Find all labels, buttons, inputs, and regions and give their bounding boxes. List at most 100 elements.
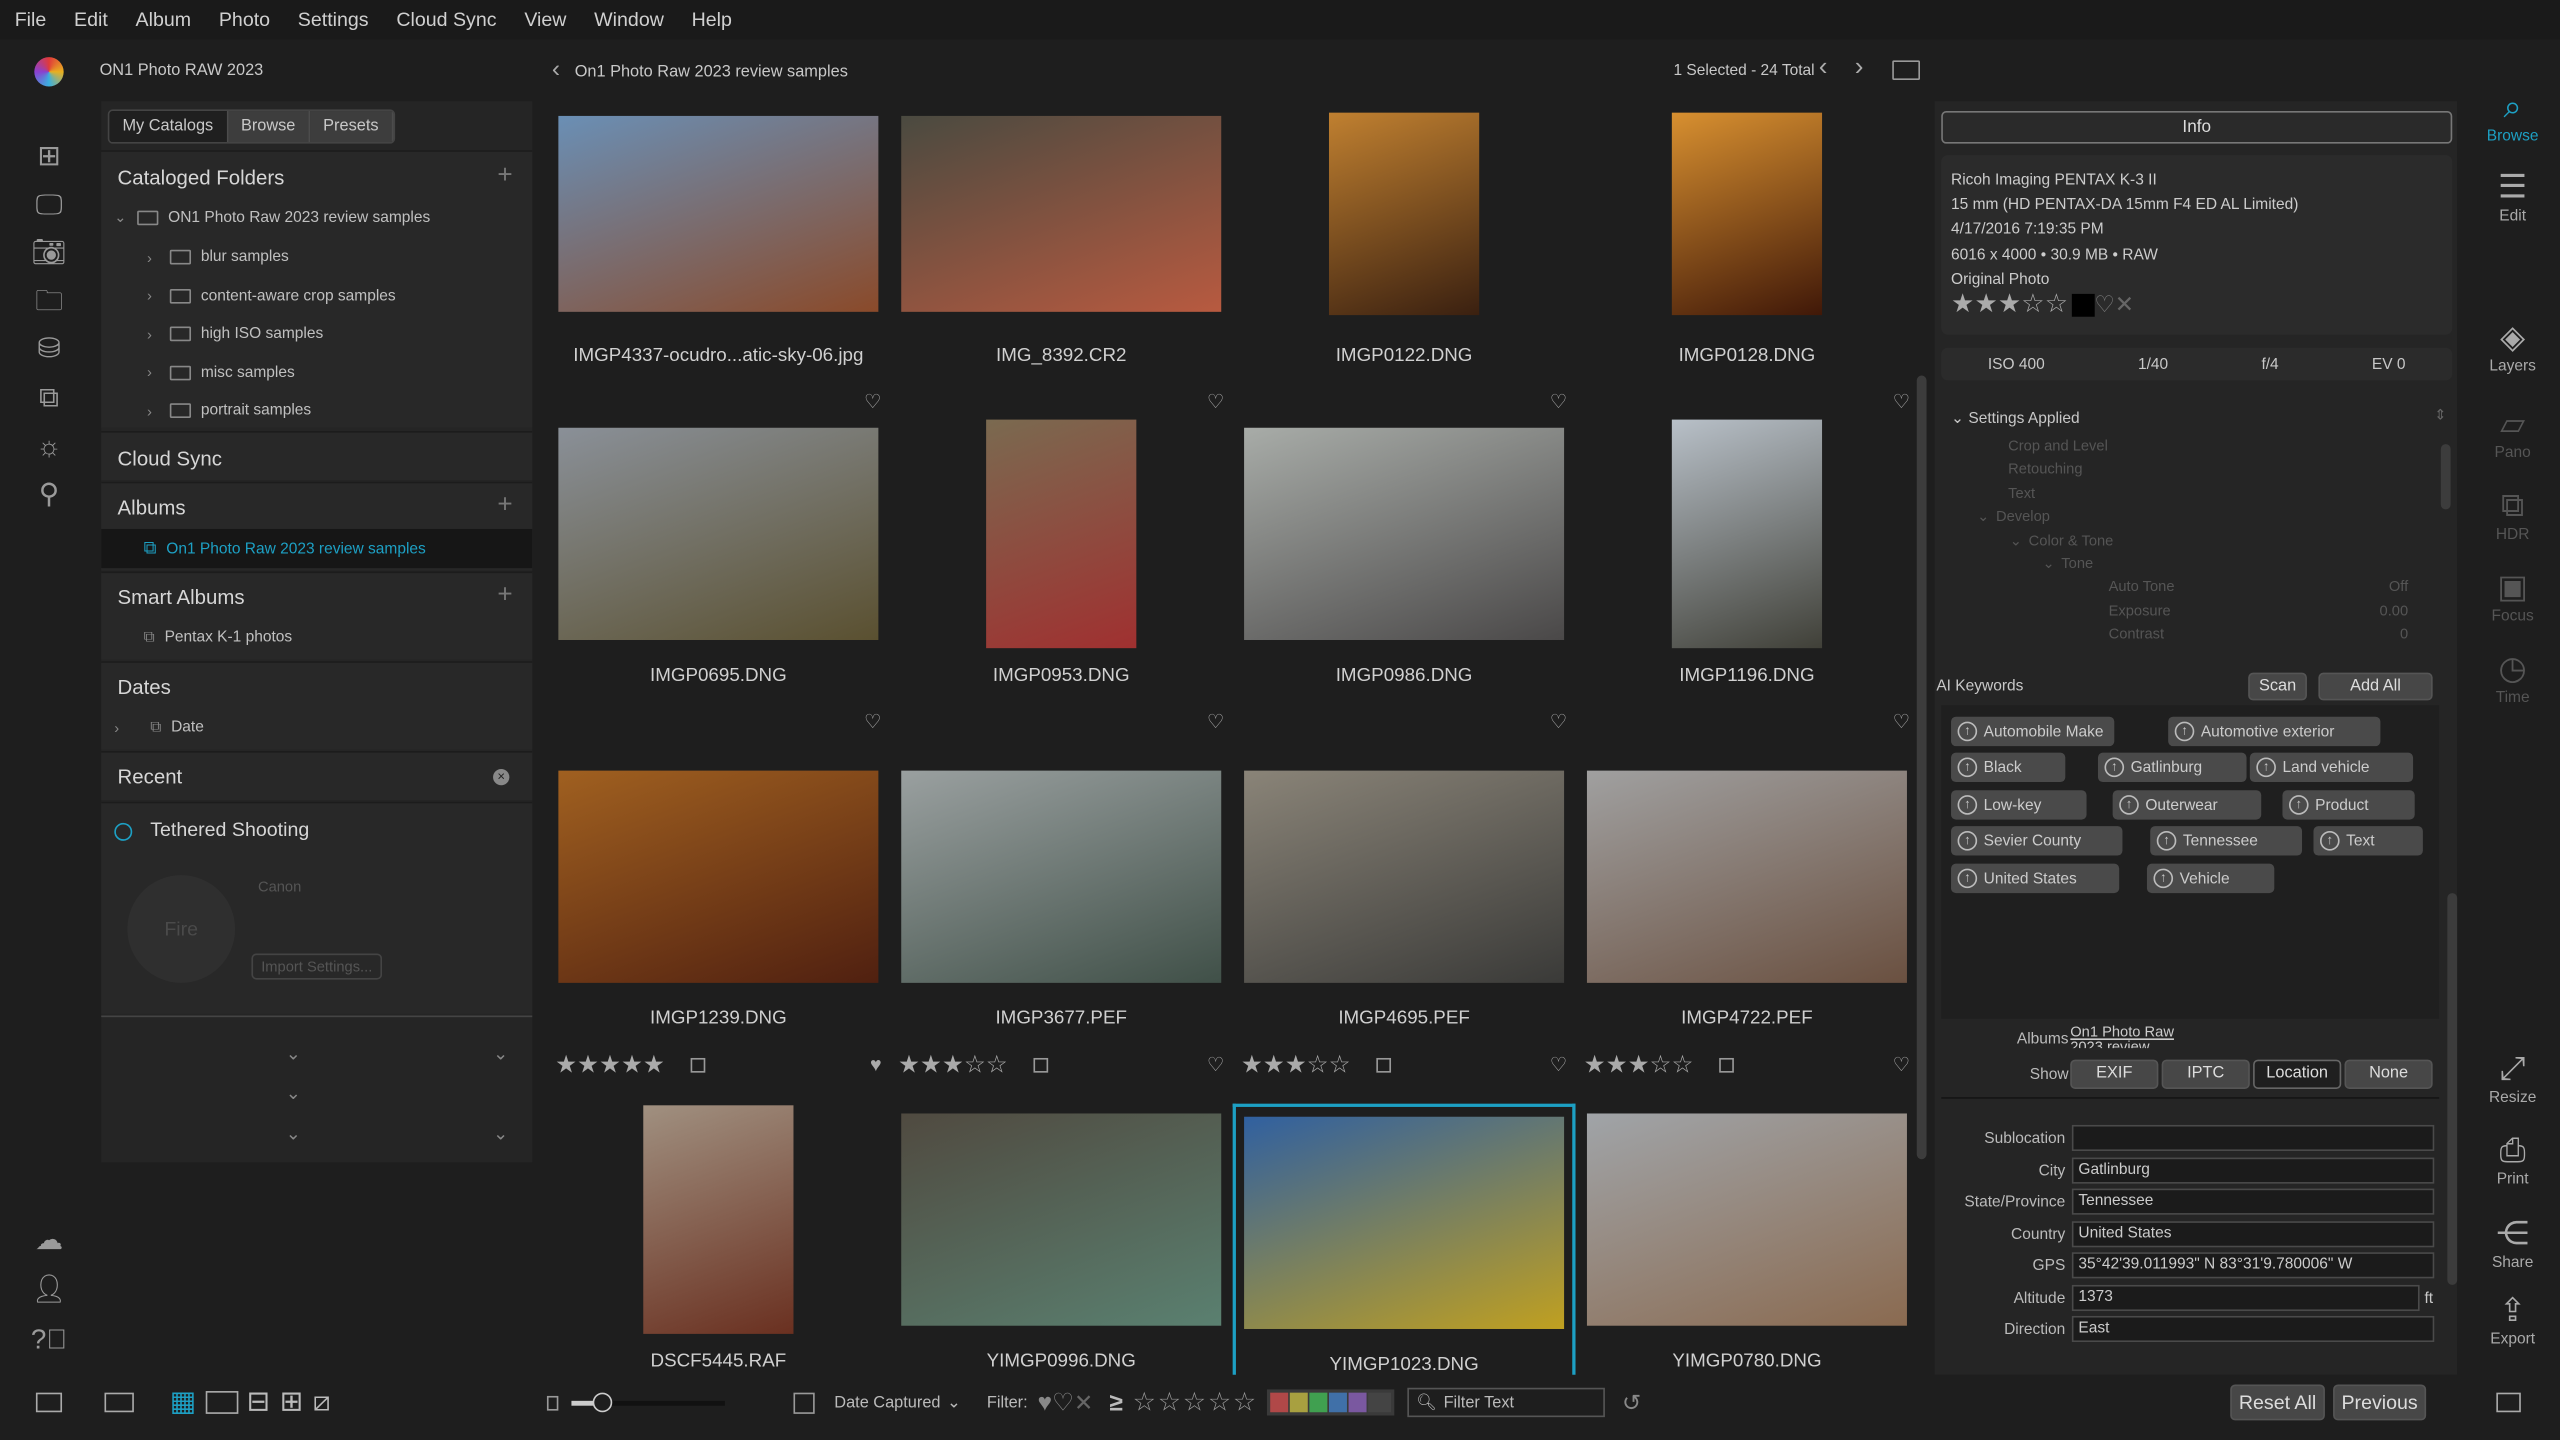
grid-view-icon[interactable]: ▦ xyxy=(170,1386,196,1419)
add-keyword-icon[interactable]: ↑ xyxy=(1957,721,1978,742)
module-edit[interactable]: ☰ Edit xyxy=(2465,168,2560,226)
add-keyword-icon[interactable]: ↑ xyxy=(2288,795,2309,815)
heart-icon[interactable]: ♡ xyxy=(1893,390,1911,413)
compare-view-icon[interactable]: ⊞ xyxy=(280,1386,303,1419)
module-print[interactable]: ⎙ Print xyxy=(2465,1131,2560,1189)
sidebar-toggle-icon[interactable] xyxy=(35,1392,63,1413)
photo-cell[interactable]: YIMGP1023.DNG♡ xyxy=(1232,1103,1576,1375)
add-keyword-icon[interactable]: ↑ xyxy=(2156,831,2177,851)
cloud-icon[interactable]: ☁ xyxy=(24,1223,73,1259)
photo-cell[interactable]: IMGP1239.DNG ★★★★★ ♥ xyxy=(547,761,890,1104)
gps-field[interactable]: 35°42'39.011993" N 83°31'9.780006" W xyxy=(2071,1252,2435,1279)
chevron-right-icon[interactable]: › xyxy=(147,249,160,265)
monitor-icon[interactable]: 🖵︎ xyxy=(24,187,73,223)
altitude-field[interactable]: 1373 xyxy=(2071,1284,2420,1311)
add-keyword-icon[interactable]: ↑ xyxy=(2153,868,2174,889)
folder-root[interactable]: ⌄ ON1 Photo Raw 2023 review samples xyxy=(114,209,430,227)
show-iptc[interactable]: IPTC xyxy=(2161,1059,2250,1089)
albums-link[interactable]: On1 Photo Raw 2023 review xyxy=(2070,1025,2184,1048)
thumbnail[interactable] xyxy=(1242,98,1565,330)
thumbnail[interactable] xyxy=(1242,761,1565,993)
info-header-button[interactable]: Info xyxy=(1941,111,2453,144)
clear-recent-icon[interactable]: × xyxy=(493,768,510,786)
settings-item[interactable]: Exposure 0.00 xyxy=(2109,602,2409,618)
filter-rejected-icon[interactable]: ✕ xyxy=(1074,1389,1093,1417)
color-filter-swatch[interactable] xyxy=(1271,1392,1289,1413)
color-label-swatch[interactable] xyxy=(2071,293,2095,317)
photo-cell[interactable]: IMGP0695.DNG ♡ xyxy=(547,418,890,761)
folder-heart-icon[interactable]: 🗀 xyxy=(24,284,73,320)
keyword-chip[interactable]: ↑ Land vehicle xyxy=(2249,752,2414,783)
folder-item[interactable]: › high ISO samples xyxy=(147,325,323,343)
chevron-right-icon[interactable]: › xyxy=(147,402,160,418)
reject-icon[interactable]: ✕ xyxy=(2115,291,2134,317)
chevron-down-icon[interactable]: ⌄ xyxy=(286,1123,301,1145)
thumbnail[interactable] xyxy=(557,98,880,330)
photo-cell[interactable]: IMGP0986.DNG ♡ xyxy=(1233,418,1576,761)
settings-item[interactable]: Crop and Level xyxy=(2008,438,2424,454)
photo-cell[interactable]: DSCF5445.RAF♡ xyxy=(547,1104,890,1375)
color-filter-swatch[interactable] xyxy=(1290,1392,1309,1413)
add-smart-album-button[interactable]: + xyxy=(497,581,512,610)
date-item[interactable]: › ⧉ Date xyxy=(114,718,204,736)
show-location[interactable]: Location xyxy=(2253,1059,2342,1089)
map-view-icon[interactable]: ⧄ xyxy=(313,1386,331,1419)
thumbnail[interactable] xyxy=(1242,418,1565,650)
module-pano[interactable]: ▱ Pano xyxy=(2465,405,2560,463)
keyword-chip[interactable]: ↑ Automobile Make xyxy=(1951,716,2115,747)
panel-toggle-icon[interactable] xyxy=(2496,1392,2521,1413)
cloud-sync-section[interactable]: Cloud Sync xyxy=(101,431,533,481)
keyword-chip[interactable]: ↑ Sevier County xyxy=(1951,826,2123,856)
filmstrip-icon[interactable]: ⊟ xyxy=(247,1386,270,1419)
menu-album[interactable]: Album xyxy=(136,8,192,31)
chevron-down-icon[interactable]: ⌄ xyxy=(114,209,127,227)
heart-icon[interactable]: ♡ xyxy=(1207,1053,1225,1076)
photo-cell[interactable]: IMGP4337-ocudro...atic-sky-06.jpg ♡ xyxy=(547,98,890,418)
photo-cell[interactable]: IMGP0128.DNG ♡ xyxy=(1576,98,1911,418)
thumbnail[interactable] xyxy=(900,418,1223,650)
keyword-chip[interactable]: ↑ Product xyxy=(2282,790,2415,820)
keyword-chip[interactable]: ↑ Black xyxy=(1951,752,2066,783)
color-filter-none[interactable] xyxy=(1368,1392,1392,1413)
thumbnail-size-slider[interactable] xyxy=(571,1391,725,1412)
heart-icon[interactable]: ♡ xyxy=(1207,710,1225,733)
sublocation-field[interactable] xyxy=(2071,1124,2435,1152)
lightbulb-icon[interactable]: ☼ xyxy=(24,429,73,465)
scan-button[interactable]: Scan xyxy=(2248,672,2307,701)
keyword-chip[interactable]: ↑ Text xyxy=(2313,826,2423,856)
smart-album-item[interactable]: ⧉ Pentax K-1 photos xyxy=(144,629,293,647)
module-export[interactable]: ⇪ Export xyxy=(2465,1291,2560,1349)
heart-icon[interactable]: ♡ xyxy=(864,390,882,413)
heart-icon[interactable]: ♡ xyxy=(1550,390,1568,413)
settings-item[interactable]: Auto Tone Off xyxy=(2109,579,2409,595)
heart-icon[interactable]: ♡ xyxy=(864,710,882,733)
settings-item[interactable]: ⌄ Color & Tone xyxy=(2010,532,2425,550)
add-all-button[interactable]: Add All xyxy=(2318,672,2433,701)
add-folder-button[interactable]: + xyxy=(497,162,512,191)
menu-view[interactable]: View xyxy=(524,8,566,31)
add-icon[interactable]: ⊞ xyxy=(24,139,73,175)
camera-icon[interactable]: 📷︎ xyxy=(24,235,73,271)
filter-text-input[interactable]: 🔍︎ Filter Text xyxy=(1408,1387,1606,1418)
chevron-down-icon[interactable]: ⌄ xyxy=(493,1123,508,1145)
heart-icon[interactable]: ♡ xyxy=(1550,1053,1568,1076)
star-rating[interactable]: ★★★☆☆ xyxy=(1241,1050,1351,1079)
menu-edit[interactable]: Edit xyxy=(74,8,108,31)
keyword-chip[interactable]: ↑ Low-key xyxy=(1951,790,2087,820)
add-keyword-icon[interactable]: ↑ xyxy=(1957,868,1978,889)
folder-item[interactable]: › blur samples xyxy=(147,248,289,266)
tab-my-catalogs[interactable]: My Catalogs xyxy=(109,111,228,143)
add-keyword-icon[interactable]: ↑ xyxy=(2104,757,2125,778)
photo-cell[interactable]: YIMGP0996.DNG♡ xyxy=(890,1104,1233,1375)
thumbnail[interactable] xyxy=(557,761,880,993)
heart-icon[interactable]: ♡ xyxy=(1550,710,1568,733)
chevron-down-icon[interactable]: ⌄ xyxy=(2042,555,2054,573)
settings-applied-header[interactable]: ⌄ Settings Applied xyxy=(1951,410,2080,428)
menu-window[interactable]: Window xyxy=(594,8,664,31)
thumbnail[interactable] xyxy=(557,1104,880,1336)
grid-scrollbar[interactable] xyxy=(1916,375,1927,1160)
direction-field[interactable]: East xyxy=(2071,1315,2435,1343)
show-none[interactable]: None xyxy=(2344,1059,2433,1089)
keyword-chip[interactable]: ↑ Gatlinburg xyxy=(2097,752,2247,783)
filter-stars[interactable]: ☆☆☆☆☆ xyxy=(1133,1386,1258,1419)
